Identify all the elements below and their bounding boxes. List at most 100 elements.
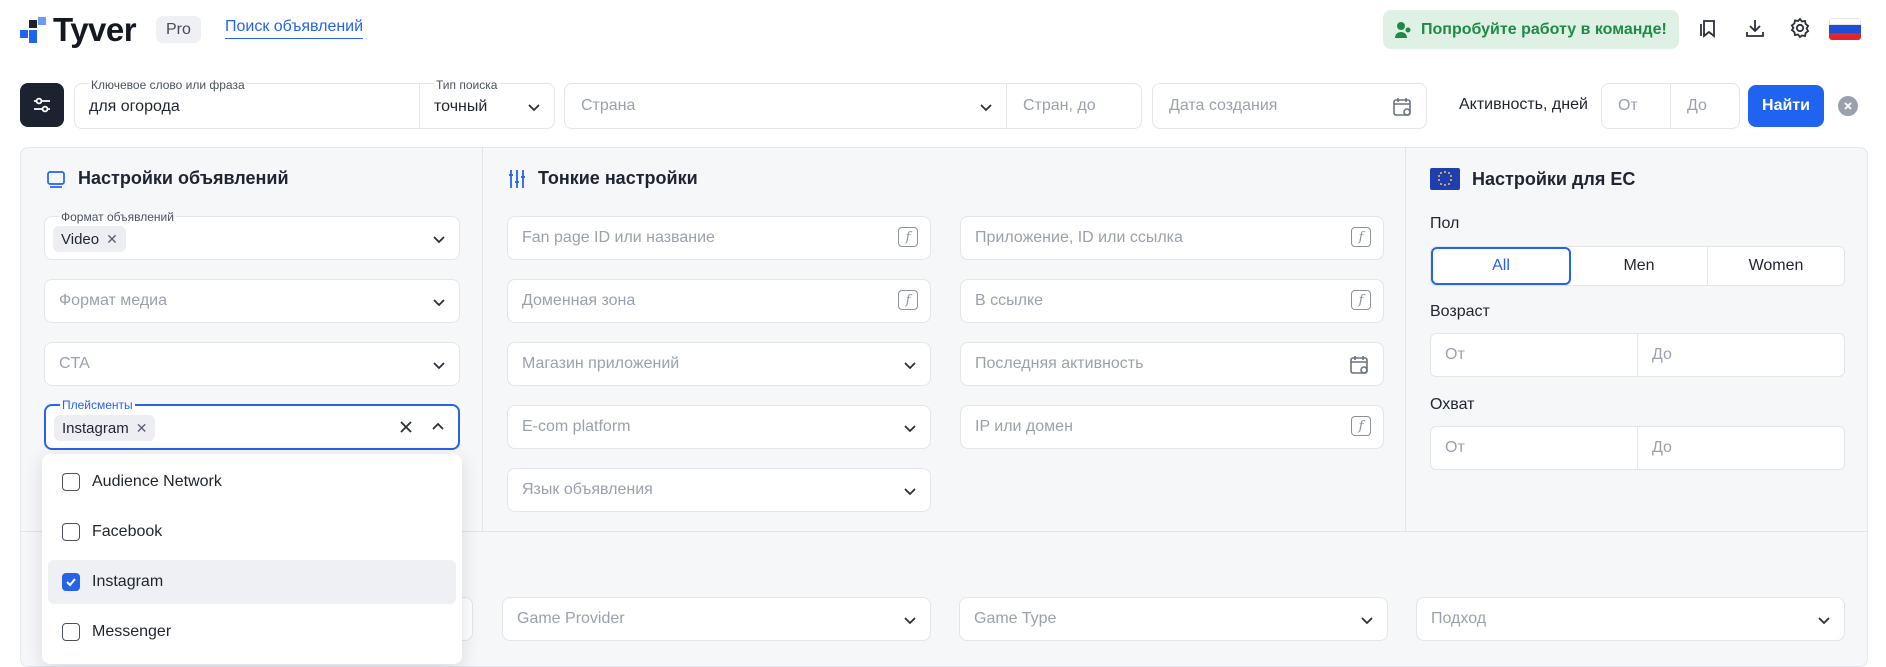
chevron-down-icon — [904, 617, 916, 625]
keyword-field[interactable]: Ключевое слово или фраза для огорода — [74, 78, 420, 129]
checkbox[interactable] — [62, 623, 80, 641]
app-store-select[interactable]: Магазин приложений — [507, 342, 931, 386]
formula-icon[interactable]: f — [1351, 416, 1371, 436]
clear-selection-icon[interactable] — [398, 419, 414, 435]
placement-option[interactable]: Facebook — [48, 510, 456, 554]
fine-settings-title-text: Тонкие настройки — [538, 168, 698, 188]
country-to-field[interactable]: Стран, до — [1006, 83, 1142, 129]
fine-settings-title: Тонкие настройки — [508, 168, 698, 189]
ecom-platform-select[interactable]: E-com platform — [507, 405, 931, 449]
ecom-platform-placeholder: E-com platform — [522, 418, 631, 435]
fanpage-field[interactable]: Fan page ID или название f — [507, 216, 931, 260]
media-format-placeholder: Формат медиа — [59, 292, 167, 309]
age-label: Возраст — [1430, 303, 1490, 320]
try-team-label: Попробуйте работу в команде! — [1421, 20, 1667, 38]
media-format-select[interactable]: Формат медиа — [44, 279, 460, 323]
placement-chip-label: Instagram — [62, 419, 129, 437]
game-type-select[interactable]: Game Type — [959, 597, 1388, 641]
search-type-value: точный — [434, 98, 488, 115]
gender-segmented-control[interactable]: All Men Women — [1430, 246, 1845, 286]
formula-icon[interactable]: f — [898, 227, 918, 247]
placement-option[interactable]: Audience Network — [48, 460, 456, 504]
ad-language-select[interactable]: Язык объявления — [507, 468, 931, 512]
remove-chip-icon[interactable]: ✕ — [136, 420, 148, 437]
last-activity-field[interactable]: Последняя активность — [960, 342, 1384, 386]
placement-option[interactable]: Instagram — [48, 560, 456, 604]
approach-select[interactable]: Подход — [1416, 597, 1845, 641]
placement-chip[interactable]: Instagram ✕ — [54, 415, 156, 441]
activity-from-field[interactable]: От — [1601, 83, 1671, 129]
chevron-down-icon — [904, 488, 916, 496]
creation-date-field[interactable]: Дата создания — [1152, 83, 1427, 129]
chevron-down-icon — [904, 362, 916, 370]
ad-window-icon — [47, 170, 65, 188]
gender-men-option[interactable]: Men — [1571, 247, 1708, 285]
placement-option[interactable]: Messenger — [48, 610, 456, 654]
age-to-field[interactable]: До — [1638, 334, 1844, 376]
chevron-up-icon[interactable] — [430, 419, 446, 435]
chevron-down-icon — [1361, 617, 1373, 625]
placements-select[interactable]: Плейсменты Instagram ✕ — [44, 398, 460, 450]
calendar-icon[interactable] — [1349, 354, 1371, 376]
chevron-down-icon — [433, 299, 445, 307]
game-type-placeholder: Game Type — [974, 610, 1057, 627]
ip-domain-field[interactable]: IP или домен f — [960, 405, 1384, 449]
cta-select[interactable]: CTA — [44, 342, 460, 386]
ad-format-label: Формат объявлений — [59, 210, 176, 224]
age-range: От До — [1430, 333, 1845, 377]
user-icon — [1395, 21, 1411, 38]
checkbox[interactable] — [62, 473, 80, 491]
fanpage-placeholder: Fan page ID или название — [522, 229, 715, 246]
gender-label: Пол — [1430, 215, 1460, 232]
activity-to-placeholder: До — [1687, 97, 1707, 114]
formula-icon[interactable]: f — [1351, 227, 1371, 247]
nav-ad-search-link[interactable]: Поиск объявлений — [225, 18, 364, 39]
check-icon — [66, 578, 76, 587]
search-type-select[interactable]: Тип поиска точный — [419, 78, 555, 129]
search-type-label: Тип поиска — [434, 78, 500, 92]
filters-toggle-button[interactable] — [20, 83, 64, 127]
try-team-button[interactable]: Попробуйте работу в команде! — [1383, 10, 1679, 49]
ads-settings-title-text: Настройки объявлений — [78, 168, 289, 188]
country-select[interactable]: Страна — [564, 83, 1007, 129]
chevron-down-icon — [1818, 617, 1830, 625]
bookmarks-icon[interactable] — [1696, 15, 1722, 41]
format-chip-label: Video — [61, 230, 100, 248]
clear-search-icon[interactable] — [1838, 96, 1858, 116]
in-link-placeholder: В ссылке — [975, 292, 1044, 309]
reach-to-placeholder: До — [1652, 439, 1672, 456]
gender-all-option[interactable]: All — [1431, 247, 1571, 285]
logo-mark-icon — [20, 17, 46, 43]
activity-from-placeholder: От — [1618, 97, 1638, 114]
age-from-field[interactable]: От — [1431, 334, 1638, 376]
checkbox[interactable] — [62, 523, 80, 541]
format-chip[interactable]: Video ✕ — [53, 226, 126, 252]
formula-icon[interactable]: f — [898, 290, 918, 310]
activity-to-field[interactable]: До — [1670, 83, 1740, 129]
find-button[interactable]: Найти — [1748, 85, 1824, 127]
chevron-down-icon — [980, 104, 992, 112]
chevron-down-icon — [904, 425, 916, 433]
gender-women-option[interactable]: Women — [1708, 247, 1844, 285]
calendar-icon[interactable] — [1392, 96, 1414, 118]
in-link-field[interactable]: В ссылке f — [960, 279, 1384, 323]
gear-icon[interactable] — [1787, 15, 1813, 41]
app-field[interactable]: Приложение, ID или ссылка f — [960, 216, 1384, 260]
country-placeholder: Страна — [581, 97, 636, 114]
ad-format-select[interactable]: Формат объявлений Video ✕ — [44, 210, 460, 260]
reach-from-field[interactable]: От — [1431, 427, 1638, 469]
remove-chip-icon[interactable]: ✕ — [106, 231, 118, 248]
flag-ru-icon[interactable] — [1829, 18, 1861, 40]
brand-logo[interactable]: Tyver — [20, 10, 137, 50]
reach-to-field[interactable]: До — [1638, 427, 1844, 469]
download-icon[interactable] — [1742, 15, 1768, 41]
ads-settings-title: Настройки объявлений — [46, 168, 289, 189]
game-provider-select[interactable]: Game Provider — [502, 597, 931, 641]
keyword-value: для огорода — [89, 98, 180, 115]
formula-icon[interactable]: f — [1351, 290, 1371, 310]
ad-language-placeholder: Язык объявления — [522, 481, 653, 498]
placements-label: Плейсменты — [60, 398, 135, 412]
domain-zone-field[interactable]: Доменная зона f — [507, 279, 931, 323]
checkbox-checked[interactable] — [62, 573, 80, 591]
chevron-down-icon — [433, 236, 445, 244]
